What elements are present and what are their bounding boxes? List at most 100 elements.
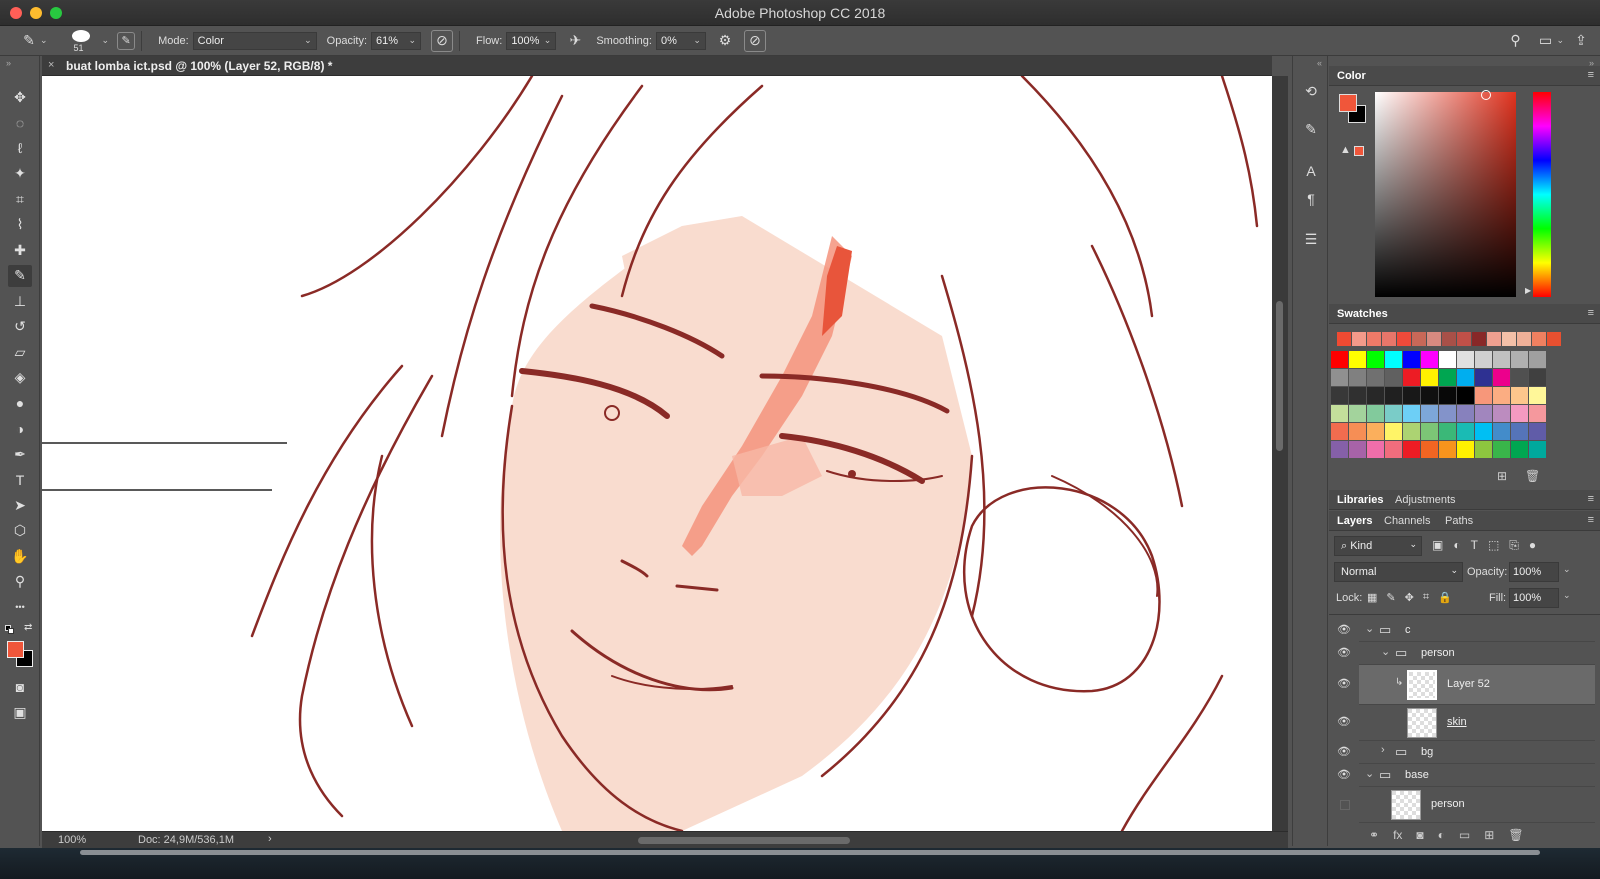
swatch[interactable] — [1385, 441, 1402, 458]
swatch[interactable] — [1487, 332, 1501, 346]
new-swatch-icon[interactable]: ⊞ — [1497, 469, 1507, 483]
swatch[interactable] — [1403, 405, 1420, 422]
swatch[interactable] — [1421, 369, 1438, 386]
type-filter-icon[interactable]: T — [1471, 538, 1478, 553]
swatch[interactable] — [1439, 387, 1456, 404]
hue-slider-handle[interactable]: ▶ — [1525, 286, 1531, 295]
swatch[interactable] — [1367, 369, 1384, 386]
lasso-tool[interactable]: ℓ — [8, 137, 32, 159]
swatch[interactable] — [1511, 387, 1528, 404]
tab-channels[interactable]: Channels — [1384, 515, 1430, 527]
layer-row[interactable]: 👁 ⌄ ▭ person — [1337, 642, 1595, 665]
default-colors-icon[interactable] — [5, 625, 15, 635]
gamut-color-swatch[interactable] — [1354, 146, 1364, 156]
swatch[interactable] — [1349, 441, 1366, 458]
tab-libraries[interactable]: Libraries — [1337, 494, 1383, 506]
swatch[interactable] — [1493, 423, 1510, 440]
status-menu-arrow[interactable]: › — [268, 833, 272, 845]
swatch[interactable] — [1367, 387, 1384, 404]
type-tool[interactable]: T — [8, 469, 32, 491]
panel-menu-icon[interactable]: ≡ — [1588, 69, 1594, 81]
swatch[interactable] — [1397, 332, 1411, 346]
swatch[interactable] — [1439, 423, 1456, 440]
paragraph-icon[interactable]: ¶ — [1299, 188, 1323, 210]
more-tools[interactable]: ••• — [8, 596, 32, 618]
swatch[interactable] — [1511, 351, 1528, 368]
swatch[interactable] — [1547, 332, 1561, 346]
zoom-tool[interactable]: ⚲ — [8, 571, 32, 593]
swatch[interactable] — [1421, 351, 1438, 368]
tab-paths[interactable]: Paths — [1445, 515, 1473, 527]
brush-presets-icon[interactable]: ✎ — [1299, 118, 1323, 140]
swatch[interactable] — [1493, 441, 1510, 458]
lock-artboard-icon[interactable]: ⌗ — [1423, 591, 1429, 604]
chevron-down-icon[interactable]: ⌄ — [1381, 645, 1390, 658]
swatch[interactable] — [1337, 332, 1351, 346]
chevron-down-icon[interactable]: ⌄ — [1563, 590, 1571, 601]
swatch[interactable] — [1457, 332, 1471, 346]
eraser-tool[interactable]: ▱ — [8, 341, 32, 363]
swatch[interactable] — [1529, 423, 1546, 440]
swatch[interactable] — [1457, 423, 1474, 440]
blend-mode-select[interactable]: Normal ⌄ — [1334, 562, 1463, 582]
swatch[interactable] — [1421, 423, 1438, 440]
chevron-down-icon[interactable]: ⌄ — [1556, 35, 1564, 46]
chevron-right-icon[interactable]: › — [1381, 744, 1385, 756]
swatch[interactable] — [1349, 387, 1366, 404]
swatch[interactable] — [1349, 405, 1366, 422]
filter-toggle-icon[interactable]: ● — [1529, 538, 1536, 553]
chevron-down-icon[interactable]: ⌄ — [1563, 564, 1571, 575]
lock-position-icon[interactable]: ✥ — [1405, 591, 1414, 604]
swatch[interactable] — [1403, 369, 1420, 386]
crop-tool[interactable]: ⌗ — [8, 188, 32, 210]
layer-style-icon[interactable]: fx — [1393, 828, 1402, 842]
layer-row[interactable]: 👁 ⌄ ▭ base — [1337, 764, 1595, 787]
document-tab[interactable]: × buat lomba ict.psd @ 100% (Layer 52, R… — [42, 56, 1272, 76]
healing-brush-tool[interactable]: ✚ — [8, 239, 32, 261]
swatch[interactable] — [1331, 387, 1348, 404]
layer-row[interactable]: person — [1340, 787, 1595, 823]
swatch[interactable] — [1367, 351, 1384, 368]
lock-image-icon[interactable]: ✎ — [1386, 591, 1395, 604]
swatch[interactable] — [1421, 387, 1438, 404]
quick-mask-icon[interactable]: ◙ — [8, 676, 32, 698]
chevron-down-icon[interactable]: ⌄ — [102, 35, 110, 46]
swatch[interactable] — [1502, 332, 1516, 346]
tab-adjustments[interactable]: Adjustments — [1395, 494, 1456, 506]
swatch[interactable] — [1331, 351, 1348, 368]
swatch[interactable] — [1475, 387, 1492, 404]
history-icon[interactable]: ⟲ — [1299, 80, 1323, 102]
swatch[interactable] — [1442, 332, 1456, 346]
zoom-level[interactable]: 100% — [58, 834, 86, 846]
layer-opacity-input[interactable]: 100% — [1509, 562, 1559, 582]
share-icon[interactable]: ⇪ — [1570, 30, 1592, 52]
swatch[interactable] — [1403, 351, 1420, 368]
swatch[interactable] — [1421, 441, 1438, 458]
paint-bucket-tool[interactable]: ◈ — [8, 367, 32, 389]
swatch[interactable] — [1457, 369, 1474, 386]
new-group-icon[interactable]: ▭ — [1459, 828, 1470, 842]
hue-slider[interactable]: ▶ — [1525, 92, 1551, 297]
swatch[interactable] — [1331, 441, 1348, 458]
swatch[interactable] — [1349, 369, 1366, 386]
swatch[interactable] — [1403, 387, 1420, 404]
properties-icon[interactable]: ☰ — [1299, 228, 1323, 250]
swatch[interactable] — [1439, 405, 1456, 422]
smart-object-filter-icon[interactable]: ⎘ — [1509, 538, 1519, 553]
swatch[interactable] — [1457, 351, 1474, 368]
swatch[interactable] — [1529, 387, 1546, 404]
swatch[interactable] — [1331, 369, 1348, 386]
flow-input[interactable]: 100% ⌄ — [506, 31, 557, 50]
canvas[interactable] — [42, 76, 1272, 831]
layer-row[interactable]: 👁 ⌄ ▭ c — [1337, 619, 1595, 642]
swatch[interactable] — [1511, 423, 1528, 440]
pen-tool[interactable]: ✒ — [8, 443, 32, 465]
clone-stamp-tool[interactable]: ⊥ — [8, 290, 32, 312]
visibility-off-icon[interactable] — [1340, 800, 1350, 810]
swatch[interactable] — [1529, 405, 1546, 422]
close-document-icon[interactable]: × — [48, 59, 54, 71]
swatch[interactable] — [1385, 351, 1402, 368]
eye-icon[interactable]: 👁 — [1337, 646, 1351, 660]
smoothing-input[interactable]: 0% ⌄ — [655, 31, 706, 50]
swatch[interactable] — [1382, 332, 1396, 346]
